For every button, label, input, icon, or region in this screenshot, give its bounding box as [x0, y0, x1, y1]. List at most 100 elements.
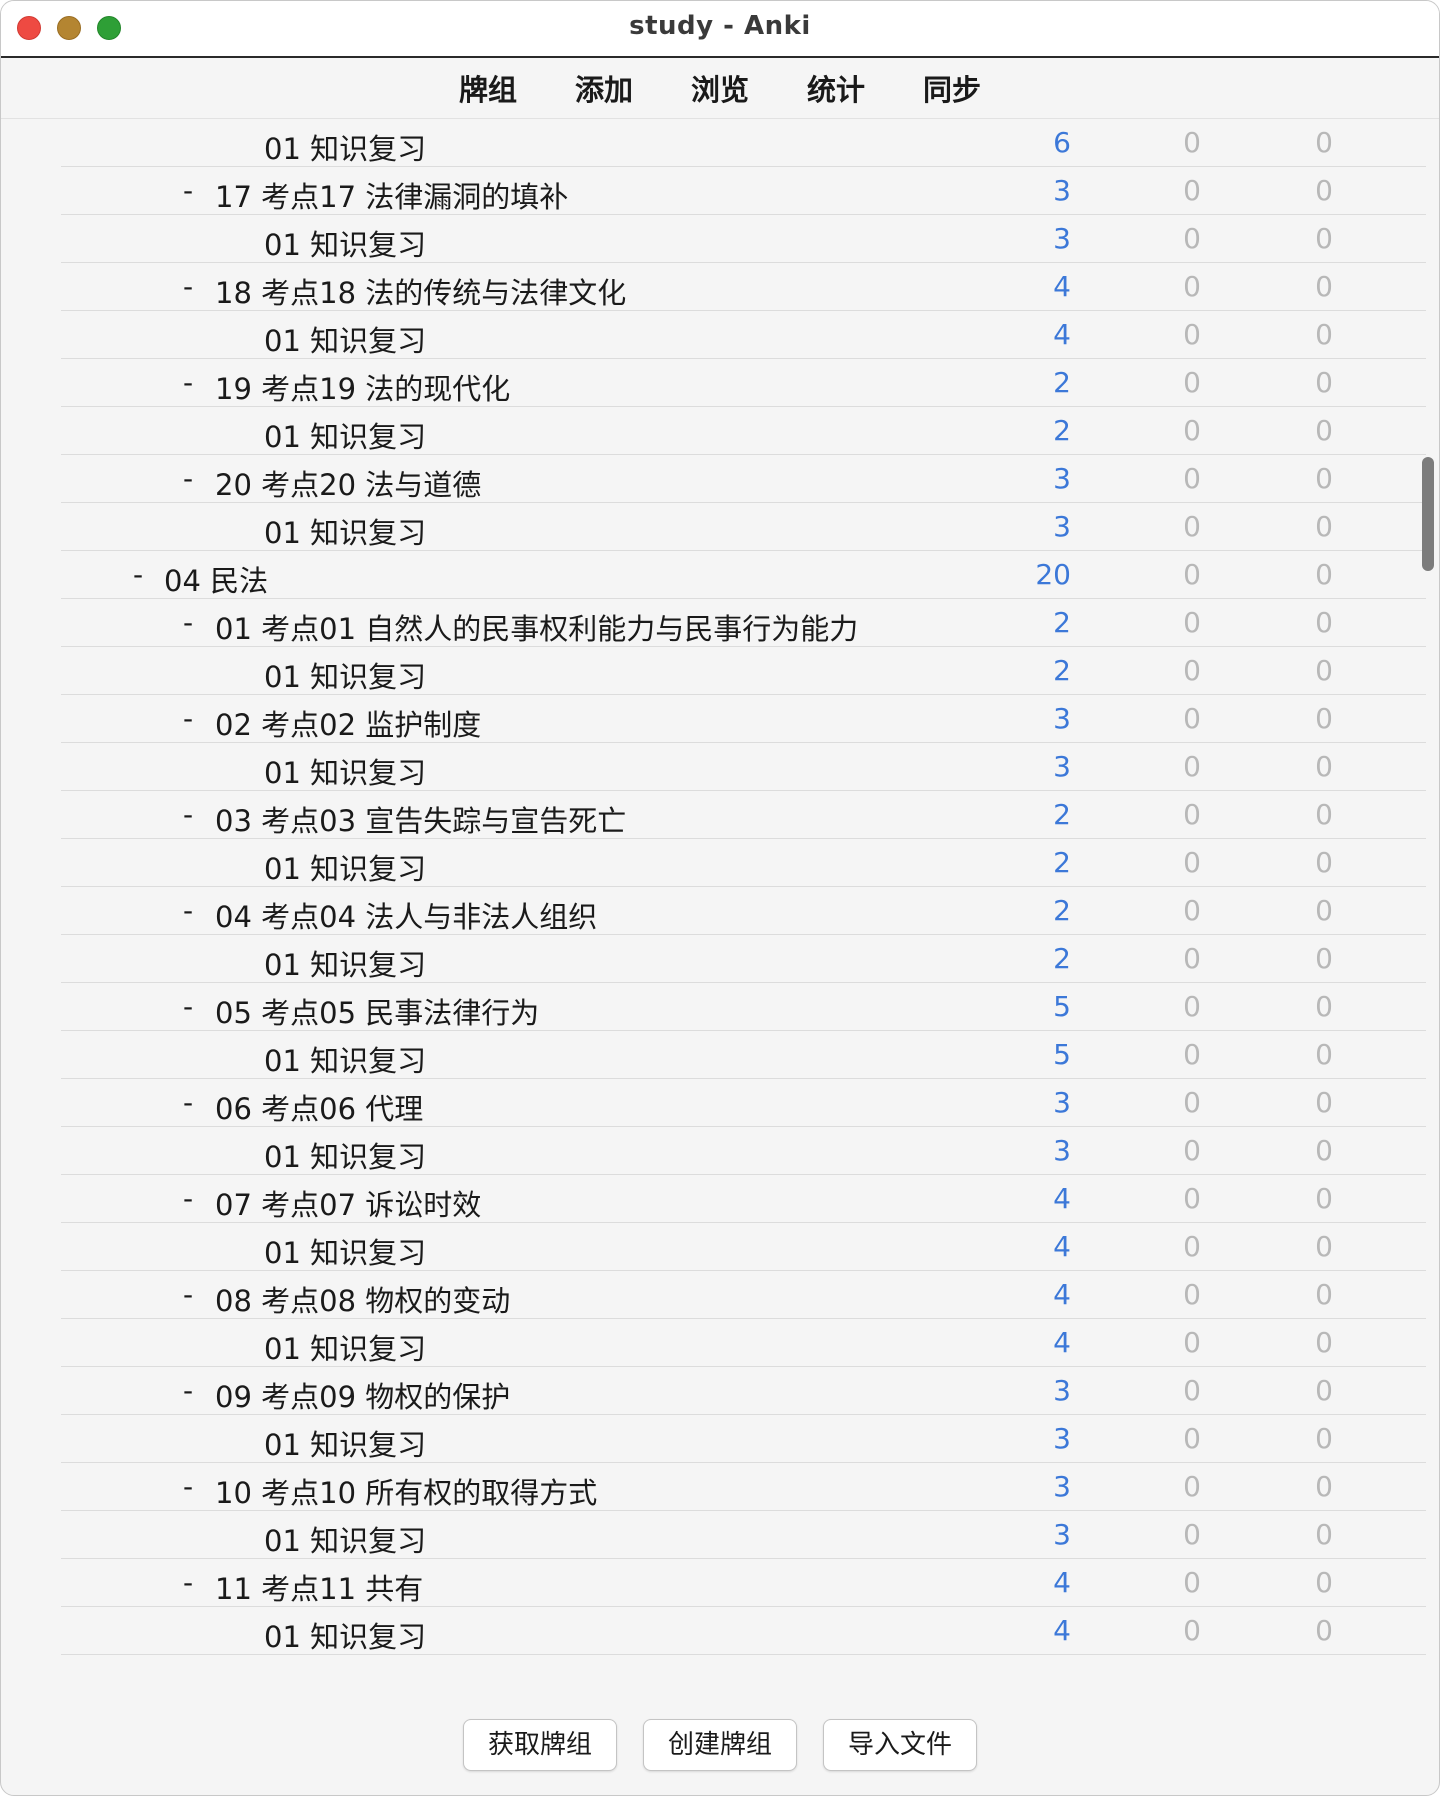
- deck-row[interactable]: -10 考点10 所有权的取得方式 3 0 0: [61, 1463, 1426, 1511]
- deck-name-link[interactable]: 11 考点11 共有: [215, 1566, 423, 1608]
- collapse-toggle[interactable]: -: [183, 702, 193, 735]
- deck-row[interactable]: -20 考点20 法与道德 3 0 0: [61, 455, 1426, 503]
- review-count: 0: [1315, 1182, 1333, 1215]
- deck-row[interactable]: 01 知识复习 4 0 0: [61, 1223, 1426, 1271]
- collapse-toggle[interactable]: -: [183, 174, 193, 207]
- collapse-toggle[interactable]: -: [183, 462, 193, 495]
- deck-row[interactable]: 01 知识复习 2 0 0: [61, 407, 1426, 455]
- review-count: 0: [1315, 1278, 1333, 1311]
- collapse-toggle[interactable]: -: [183, 1566, 193, 1599]
- deck-name-link[interactable]: 01 知识复习: [264, 942, 426, 984]
- deck-row[interactable]: 01 知识复习 2 0 0: [61, 839, 1426, 887]
- learn-count: 0: [1183, 894, 1201, 927]
- learn-count: 0: [1183, 414, 1201, 447]
- title-bar[interactable]: study - Anki: [1, 1, 1439, 58]
- deck-row[interactable]: -08 考点08 物权的变动 4 0 0: [61, 1271, 1426, 1319]
- deck-name-link[interactable]: 09 考点09 物权的保护: [215, 1374, 510, 1416]
- review-count: 0: [1315, 126, 1333, 159]
- deck-name-link[interactable]: 20 考点20 法与道德: [215, 462, 481, 504]
- new-count: 4: [1053, 1182, 1071, 1215]
- deck-name-link[interactable]: 01 知识复习: [264, 1326, 426, 1368]
- deck-row[interactable]: 01 知识复习 5 0 0: [61, 1031, 1426, 1079]
- deck-row[interactable]: -04 民法 20 0 0: [61, 551, 1426, 599]
- deck-name-link[interactable]: 01 知识复习: [264, 1518, 426, 1560]
- toolbar-sync-link[interactable]: 同步: [922, 67, 982, 109]
- deck-name-link[interactable]: 01 知识复习: [264, 318, 426, 360]
- deck-name-link[interactable]: 08 考点08 物权的变动: [215, 1278, 510, 1320]
- deck-row[interactable]: -07 考点07 诉讼时效 4 0 0: [61, 1175, 1426, 1223]
- deck-name-link[interactable]: 18 考点18 法的传统与法律文化: [215, 270, 626, 312]
- deck-name-link[interactable]: 01 知识复习: [264, 1134, 426, 1176]
- deck-name-link[interactable]: 19 考点19 法的现代化: [215, 366, 510, 408]
- deck-row[interactable]: -02 考点02 监护制度 3 0 0: [61, 695, 1426, 743]
- deck-name-link[interactable]: 01 知识复习: [264, 510, 426, 552]
- deck-row[interactable]: -06 考点06 代理 3 0 0: [61, 1079, 1426, 1127]
- deck-name-link[interactable]: 02 考点02 监护制度: [215, 702, 481, 744]
- import-file-button[interactable]: 导入文件: [823, 1719, 977, 1771]
- collapse-toggle[interactable]: -: [183, 1278, 193, 1311]
- toolbar-add-link[interactable]: 添加: [574, 67, 634, 109]
- deck-row[interactable]: 01 知识复习 2 0 0: [61, 935, 1426, 983]
- deck-name-link[interactable]: 10 考点10 所有权的取得方式: [215, 1470, 597, 1512]
- toolbar-browse-link[interactable]: 浏览: [690, 67, 750, 109]
- deck-name-link[interactable]: 01 知识复习: [264, 654, 426, 696]
- deck-row[interactable]: 01 知识复习 3 0 0: [61, 1127, 1426, 1175]
- collapse-toggle[interactable]: -: [183, 366, 193, 399]
- learn-count: 0: [1183, 366, 1201, 399]
- deck-row[interactable]: -17 考点17 法律漏洞的填补 3 0 0: [61, 167, 1426, 215]
- deck-row[interactable]: -11 考点11 共有 4 0 0: [61, 1559, 1426, 1607]
- collapse-toggle[interactable]: -: [183, 798, 193, 831]
- collapse-toggle[interactable]: -: [183, 1182, 193, 1215]
- deck-name-link[interactable]: 06 考点06 代理: [215, 1086, 423, 1128]
- deck-name-link[interactable]: 01 知识复习: [264, 750, 426, 792]
- deck-row[interactable]: 01 知识复习 4 0 0: [61, 1607, 1426, 1655]
- deck-name-link[interactable]: 04 民法: [164, 558, 268, 600]
- vertical-scrollbar[interactable]: [1422, 457, 1434, 571]
- deck-name-link[interactable]: 01 知识复习: [264, 1230, 426, 1272]
- deck-row[interactable]: 01 知识复习 3 0 0: [61, 215, 1426, 263]
- deck-row[interactable]: -18 考点18 法的传统与法律文化 4 0 0: [61, 263, 1426, 311]
- deck-name-link[interactable]: 01 考点01 自然人的民事权利能力与民事行为能力: [215, 606, 858, 648]
- deck-row[interactable]: -01 考点01 自然人的民事权利能力与民事行为能力 2 0 0: [61, 599, 1426, 647]
- deck-row[interactable]: 01 知识复习 3 0 0: [61, 743, 1426, 791]
- get-shared-decks-button[interactable]: 获取牌组: [463, 1719, 617, 1771]
- deck-name-link[interactable]: 01 知识复习: [264, 1614, 426, 1656]
- deck-row[interactable]: -03 考点03 宣告失踪与宣告死亡 2 0 0: [61, 791, 1426, 839]
- review-count: 0: [1315, 1566, 1333, 1599]
- deck-name-link[interactable]: 04 考点04 法人与非法人组织: [215, 894, 597, 936]
- collapse-toggle[interactable]: -: [183, 1374, 193, 1407]
- collapse-toggle[interactable]: -: [133, 558, 143, 591]
- deck-name-link[interactable]: 01 知识复习: [264, 846, 426, 888]
- collapse-toggle[interactable]: -: [183, 990, 193, 1023]
- deck-row[interactable]: -19 考点19 法的现代化 2 0 0: [61, 359, 1426, 407]
- deck-row[interactable]: 01 知识复习 4 0 0: [61, 311, 1426, 359]
- deck-name-link[interactable]: 17 考点17 法律漏洞的填补: [215, 174, 568, 216]
- deck-name-link[interactable]: 05 考点05 民事法律行为: [215, 990, 539, 1032]
- new-count: 2: [1053, 654, 1071, 687]
- collapse-toggle[interactable]: -: [183, 606, 193, 639]
- create-deck-button[interactable]: 创建牌组: [643, 1719, 797, 1771]
- deck-row[interactable]: 01 知识复习 6 0 0: [61, 119, 1426, 167]
- toolbar-stats-link[interactable]: 统计: [806, 67, 866, 109]
- deck-row[interactable]: 01 知识复习 3 0 0: [61, 503, 1426, 551]
- deck-name-link[interactable]: 01 知识复习: [264, 1038, 426, 1080]
- toolbar-decks-link[interactable]: 牌组: [458, 67, 518, 109]
- deck-name-link[interactable]: 07 考点07 诉讼时效: [215, 1182, 481, 1224]
- deck-row[interactable]: 01 知识复习 4 0 0: [61, 1319, 1426, 1367]
- collapse-toggle[interactable]: -: [183, 1086, 193, 1119]
- deck-name-link[interactable]: 03 考点03 宣告失踪与宣告死亡: [215, 798, 626, 840]
- deck-name-link[interactable]: 01 知识复习: [264, 126, 426, 168]
- deck-name-link[interactable]: 01 知识复习: [264, 222, 426, 264]
- deck-name-link[interactable]: 01 知识复习: [264, 414, 426, 456]
- deck-row[interactable]: -04 考点04 法人与非法人组织 2 0 0: [61, 887, 1426, 935]
- deck-row[interactable]: 01 知识复习 3 0 0: [61, 1511, 1426, 1559]
- deck-row[interactable]: -05 考点05 民事法律行为 5 0 0: [61, 983, 1426, 1031]
- collapse-toggle[interactable]: -: [183, 270, 193, 303]
- deck-row[interactable]: 01 知识复习 2 0 0: [61, 647, 1426, 695]
- collapse-toggle[interactable]: -: [183, 894, 193, 927]
- review-count: 0: [1315, 1038, 1333, 1071]
- deck-row[interactable]: 01 知识复习 3 0 0: [61, 1415, 1426, 1463]
- deck-row[interactable]: -09 考点09 物权的保护 3 0 0: [61, 1367, 1426, 1415]
- deck-name-link[interactable]: 01 知识复习: [264, 1422, 426, 1464]
- collapse-toggle[interactable]: -: [183, 1470, 193, 1503]
